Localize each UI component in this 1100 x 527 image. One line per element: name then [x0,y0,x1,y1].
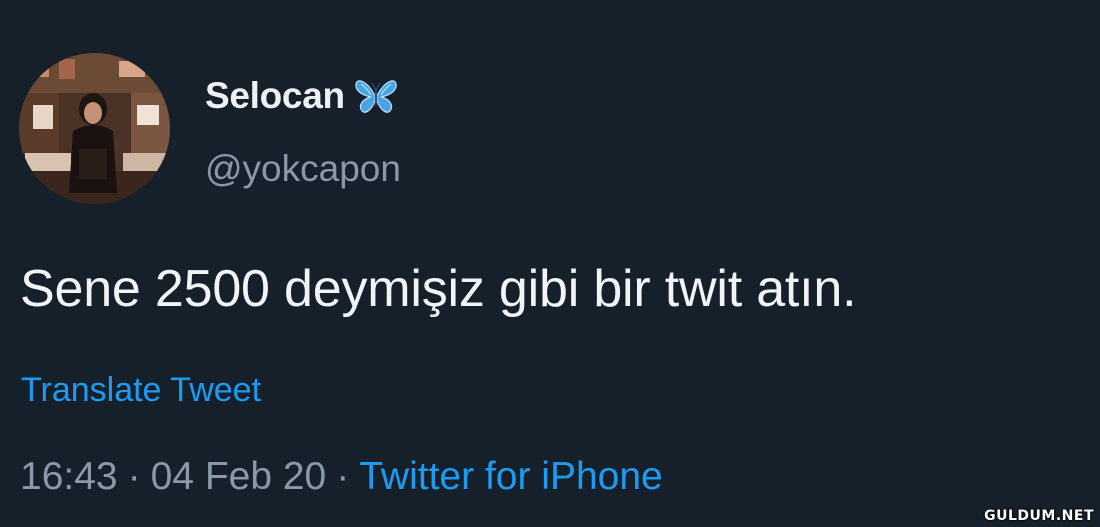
watermark: GULDUM.NET [984,508,1094,524]
tweet-date[interactable]: 04 Feb 20 [151,455,327,498]
tweet-card: Selocan @yokcapon Sene 2500 deymişiz gib… [0,0,1100,527]
profile-photo-icon [19,53,170,204]
display-name[interactable]: Selocan [205,74,345,118]
tweet-time: 16:43 [20,455,118,498]
butterfly-icon [355,80,397,113]
tweet-source-link[interactable]: Twitter for iPhone [359,455,662,498]
tweet-meta: 16:43 · 04 Feb 20 · Twitter for iPhone [20,455,663,499]
translate-tweet-link[interactable]: Translate Tweet [21,370,261,410]
display-name-row: Selocan [205,74,399,118]
tweet-text: Sene 2500 deymişiz gibi bir twit atın. [20,260,857,318]
meta-separator: · [336,455,350,498]
user-handle[interactable]: @yokcapon [205,147,401,191]
avatar[interactable] [19,53,170,204]
meta-separator: · [127,455,141,498]
